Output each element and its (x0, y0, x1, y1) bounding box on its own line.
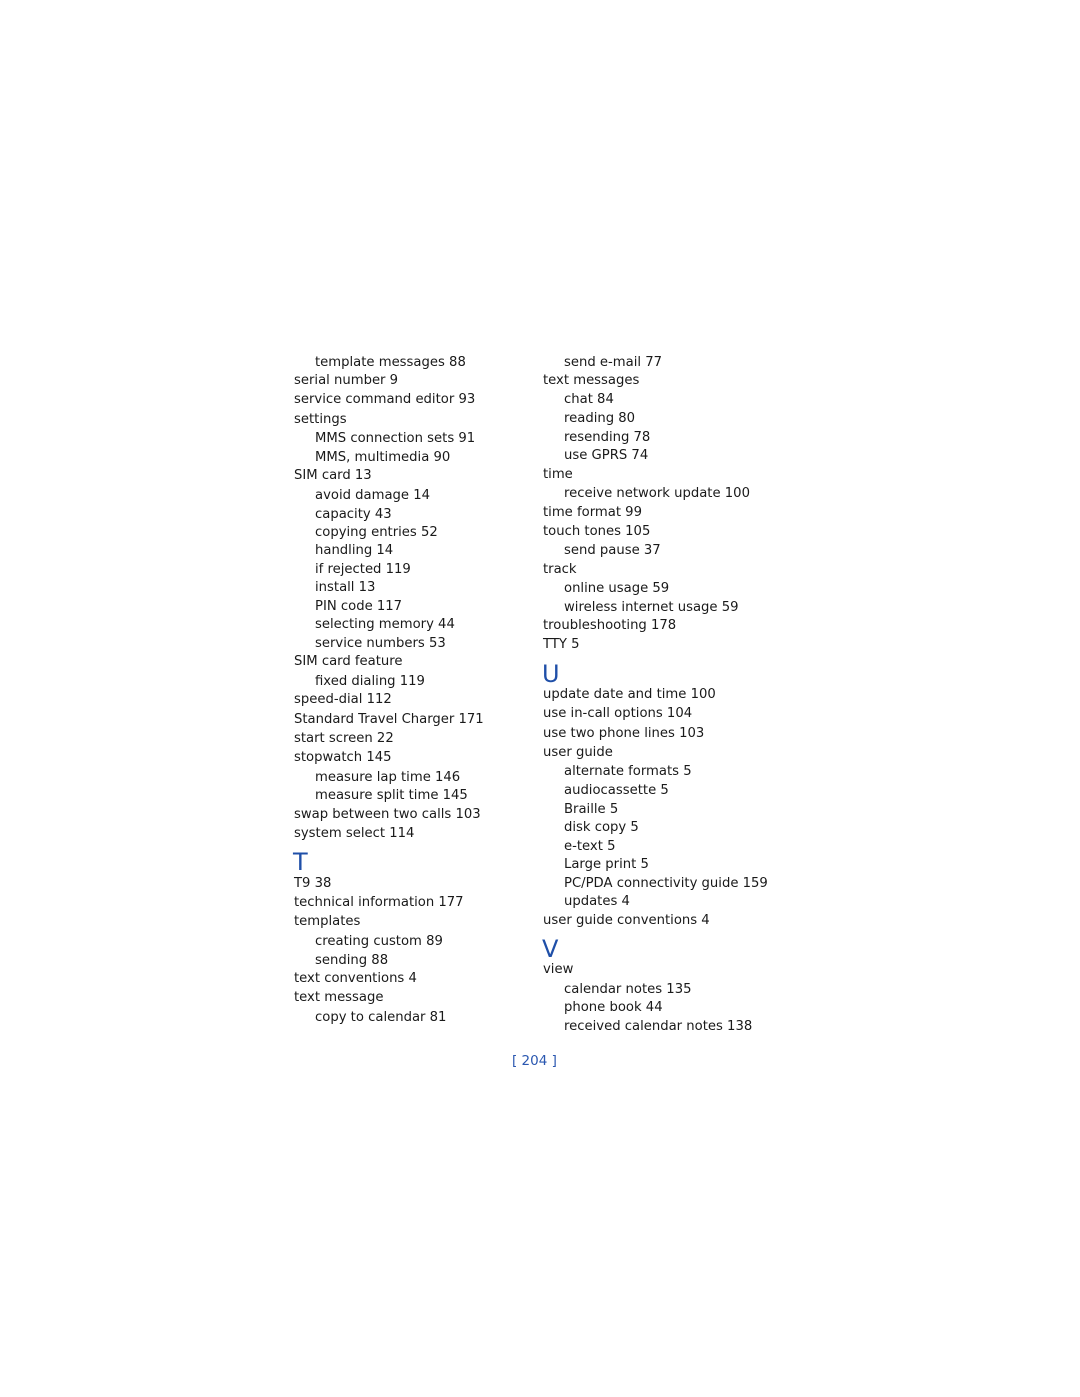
index-subentry: MMS, multimedia 90 (315, 450, 451, 465)
index-subentry: Braille 5 (564, 802, 619, 817)
index-subentry: updates 4 (564, 894, 630, 909)
index-entry: time format 99 (543, 505, 642, 520)
index-subentry: receive network update 100 (564, 486, 750, 501)
index-entry: touch tones 105 (543, 524, 651, 539)
index-subentry: e-text 5 (564, 839, 616, 854)
index-subentry: selecting memory 44 (315, 617, 455, 632)
index-entry: start screen 22 (294, 731, 394, 746)
index-entry: user guide conventions 4 (543, 913, 710, 928)
index-entry: speed-dial 112 (294, 692, 392, 707)
index-entry: update date and time 100 (543, 687, 716, 702)
index-subentry: copying entries 52 (315, 525, 438, 540)
index-subentry: received calendar notes 138 (564, 1019, 753, 1034)
index-subentry: template messages 88 (315, 355, 466, 370)
index-subentry: Large print 5 (564, 857, 649, 872)
index-subentry: measure split time 145 (315, 788, 468, 803)
section-letter-v: V (542, 935, 559, 963)
index-subentry: send pause 37 (564, 543, 661, 558)
index-subentry: service numbers 53 (315, 636, 446, 651)
index-entry: technical information 177 (294, 895, 464, 910)
index-subentry: PIN code 117 (315, 599, 403, 614)
index-entry: TTY 5 (543, 637, 580, 652)
index-subentry: resending 78 (564, 430, 651, 445)
section-letter-u: U (542, 660, 560, 688)
index-entry: time (543, 467, 573, 482)
index-subentry: online usage 59 (564, 581, 670, 596)
index-entry: text messages (543, 373, 640, 388)
index-entry: SIM card feature (294, 654, 403, 669)
index-entry: user guide (543, 745, 613, 760)
index-entry: troubleshooting 178 (543, 618, 677, 633)
index-subentry: calendar notes 135 (564, 982, 692, 997)
index-entry: swap between two calls 103 (294, 807, 481, 822)
index-subentry: wireless internet usage 59 (564, 600, 739, 615)
index-entry: text conventions 4 (294, 971, 417, 986)
index-subentry: reading 80 (564, 411, 636, 426)
index-subentry: measure lap time 146 (315, 770, 461, 785)
index-subentry: MMS connection sets 91 (315, 431, 476, 446)
index-entry: Standard Travel Charger 171 (294, 712, 484, 727)
index-entry: track (543, 562, 577, 577)
index-subentry: install 13 (315, 580, 376, 595)
index-subentry: fixed dialing 119 (315, 674, 425, 689)
index-subentry: chat 84 (564, 392, 614, 407)
index-subentry: audiocassette 5 (564, 783, 669, 798)
index-entry: view (543, 962, 574, 977)
index-entry: system select 114 (294, 826, 415, 841)
index-subentry: PC/PDA connectivity guide 159 (564, 876, 768, 891)
index-entry: text message (294, 990, 384, 1005)
index-subentry: sending 88 (315, 953, 389, 968)
index-entry: SIM card 13 (294, 468, 372, 483)
index-entry: service command editor 93 (294, 392, 476, 407)
index-entry: T9 38 (294, 876, 332, 891)
index-entry: serial number 9 (294, 373, 399, 388)
index-subentry: capacity 43 (315, 507, 392, 522)
index-entry: use two phone lines 103 (543, 726, 705, 741)
index-subentry: if rejected 119 (315, 562, 411, 577)
index-subentry: use GPRS 74 (564, 448, 649, 463)
index-subentry: handling 14 (315, 543, 394, 558)
index-entry: templates (294, 914, 361, 929)
index-subentry: alternate formats 5 (564, 764, 692, 779)
index-entry: stopwatch 145 (294, 750, 392, 765)
index-entry: settings (294, 412, 347, 427)
index-subentry: avoid damage 14 (315, 488, 431, 503)
index-entry: use in-call options 104 (543, 706, 693, 721)
index-subentry: phone book 44 (564, 1000, 663, 1015)
index-subentry: creating custom 89 (315, 934, 443, 949)
section-letter-t: T (293, 848, 308, 876)
index-subentry: copy to calendar 81 (315, 1010, 447, 1025)
index-subentry: send e-mail 77 (564, 355, 663, 370)
page-number: [ 204 ] (512, 1053, 557, 1069)
index-subentry: disk copy 5 (564, 820, 639, 835)
